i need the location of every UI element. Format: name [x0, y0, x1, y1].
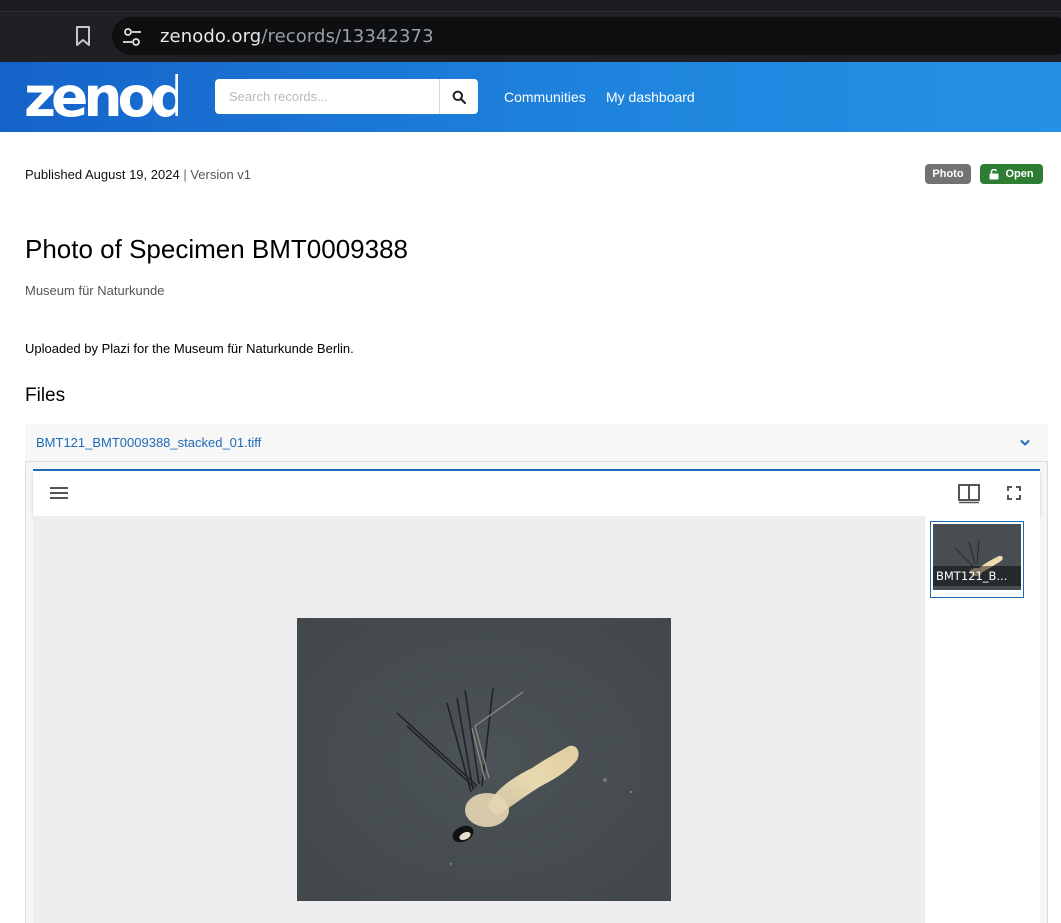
url-text[interactable]: zenodo.org/records/13342373	[160, 26, 434, 47]
record-title: Photo of Specimen BMT0009388	[25, 234, 409, 264]
url-host: zenodo.org	[160, 26, 262, 47]
specimen-photo[interactable]	[297, 618, 671, 901]
creator-name[interactable]: Museum für Naturkunde	[25, 283, 164, 298]
nav-communities[interactable]: Communities	[504, 89, 586, 105]
search-icon	[452, 90, 466, 104]
access-label: Open	[1005, 168, 1034, 180]
search-button[interactable]	[439, 79, 478, 114]
site-settings-icon[interactable]	[121, 26, 143, 48]
access-badge: Open	[980, 164, 1043, 184]
viewer-toolbar	[33, 471, 1040, 516]
url-path: /records/13342373	[261, 26, 434, 47]
unlock-icon	[989, 168, 999, 179]
separator: |	[183, 167, 187, 182]
search-input[interactable]	[215, 79, 439, 114]
tab-strip	[0, 0, 1061, 12]
version-label: Version v1	[190, 167, 252, 182]
logo-text: zenodo	[24, 66, 178, 122]
zenodo-logo[interactable]: zenodo	[24, 66, 178, 122]
published-date: Published August 19, 2024	[25, 167, 180, 182]
thumbnail-caption: BMT121_B...	[933, 566, 1021, 586]
files-heading: Files	[25, 385, 66, 406]
file-name-link[interactable]: BMT121_BMT0009388_stacked_01.tiff	[36, 435, 261, 450]
chevron-down-icon[interactable]	[1018, 436, 1032, 450]
menu-icon[interactable]	[49, 484, 69, 502]
fullscreen-icon[interactable]	[1005, 484, 1023, 502]
publication-info: Published August 19, 2024 | Version v1	[25, 167, 251, 182]
nav-my-dashboard[interactable]: My dashboard	[606, 89, 695, 105]
bookmark-icon[interactable]	[72, 24, 94, 48]
record-description: Uploaded by Plazi for the Museum für Nat…	[25, 341, 354, 356]
split-view-icon[interactable]	[957, 482, 981, 504]
resource-type-badge: Photo	[925, 164, 971, 184]
